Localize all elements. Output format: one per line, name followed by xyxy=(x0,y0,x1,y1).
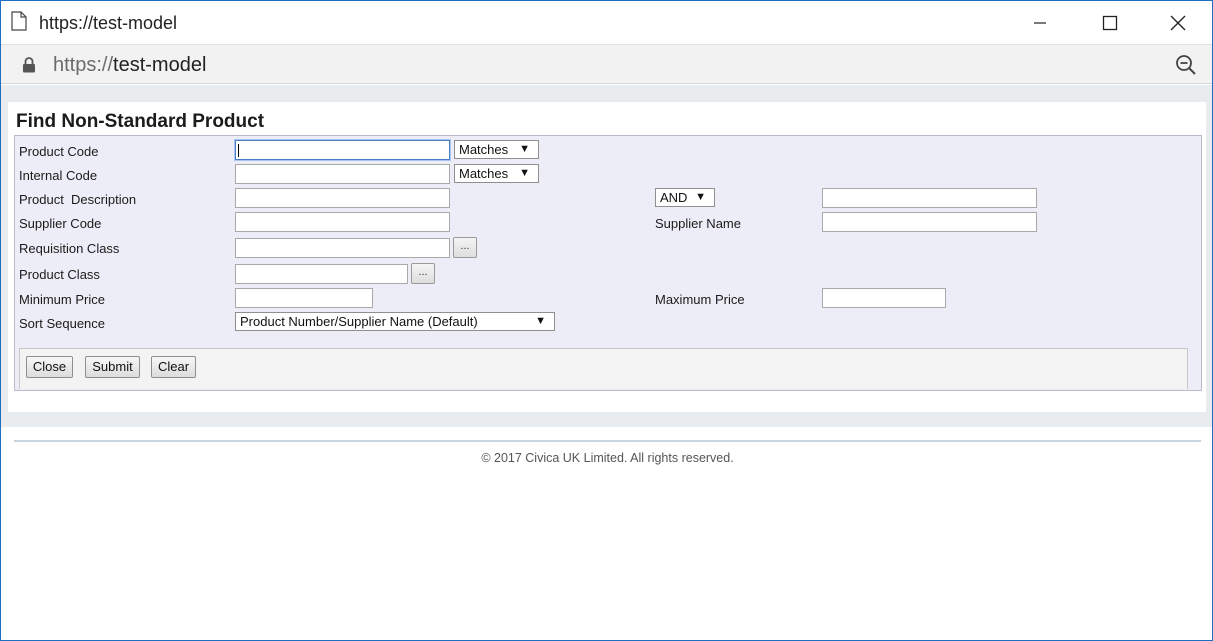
dropdown-arrow-icon: ▼ xyxy=(519,167,530,179)
page-title: Find Non-Standard Product xyxy=(16,111,265,132)
clear-button[interactable]: Clear xyxy=(151,356,196,378)
window-title: https://test-model xyxy=(39,13,178,33)
maximum-price-label: Maximum Price xyxy=(655,292,745,307)
product-description-label: Product Description xyxy=(19,192,137,207)
product-code-label: Product Code xyxy=(19,144,99,159)
page-background: Find Non-Standard Product Product Code M… xyxy=(1,85,1212,427)
product-class-input[interactable] xyxy=(235,264,408,284)
minimize-button[interactable] xyxy=(1017,1,1063,44)
product-code-match-select[interactable]: Matches ▼ xyxy=(454,140,539,159)
description-operator-value: AND xyxy=(660,190,688,205)
url-protocol: https:// xyxy=(53,54,114,76)
internal-code-label: Internal Code xyxy=(19,168,98,183)
product-class-label: Product Class xyxy=(19,267,100,282)
supplier-name-label: Supplier Name xyxy=(655,216,741,231)
browser-window: https://test-model https://test-model Fi… xyxy=(0,0,1213,641)
maximize-button[interactable] xyxy=(1087,1,1133,44)
supplier-code-input[interactable] xyxy=(235,212,450,232)
requisition-class-label: Requisition Class xyxy=(19,241,120,256)
search-panel: Find Non-Standard Product Product Code M… xyxy=(8,102,1206,412)
sort-sequence-label: Sort Sequence xyxy=(19,316,106,331)
product-code-match-value: Matches xyxy=(459,142,509,157)
sort-sequence-value: Product Number/Supplier Name (Default) xyxy=(240,314,478,329)
dropdown-arrow-icon: ▼ xyxy=(519,143,530,155)
requisition-class-lookup-button[interactable]: ... xyxy=(453,237,477,258)
footer-copyright: © 2017 Civica UK Limited. All rights res… xyxy=(481,451,734,465)
close-button[interactable]: Close xyxy=(26,356,73,378)
description-operator-select[interactable]: AND ▼ xyxy=(655,188,715,207)
minimum-price-label: Minimum Price xyxy=(19,292,105,307)
close-window-button[interactable] xyxy=(1155,1,1201,44)
dropdown-arrow-icon: ▼ xyxy=(535,315,546,327)
url-text[interactable]: https://test-model xyxy=(53,54,206,77)
product-description-input[interactable] xyxy=(235,188,450,208)
minimum-price-input[interactable] xyxy=(235,288,373,308)
internal-code-input[interactable] xyxy=(235,164,450,184)
submit-button[interactable]: Submit xyxy=(85,356,140,378)
product-code-input[interactable] xyxy=(235,140,450,160)
sort-sequence-select[interactable]: Product Number/Supplier Name (Default) ▼ xyxy=(235,312,555,331)
maximize-icon xyxy=(1102,15,1118,30)
zoom-out-icon[interactable] xyxy=(1175,54,1197,76)
button-bar: Close Submit Clear xyxy=(19,348,1188,389)
supplier-name-input[interactable] xyxy=(822,212,1037,232)
document-icon xyxy=(11,11,27,31)
address-bar[interactable]: https://test-model xyxy=(1,44,1212,84)
search-form: Product Code Matches ▼ Internal Code Mat… xyxy=(14,135,1202,391)
lock-icon xyxy=(23,57,35,73)
dropdown-arrow-icon: ▼ xyxy=(695,191,706,203)
supplier-code-label: Supplier Code xyxy=(19,216,102,231)
minimize-icon xyxy=(1034,21,1046,24)
internal-code-match-value: Matches xyxy=(459,166,509,181)
internal-code-match-select[interactable]: Matches ▼ xyxy=(454,164,539,183)
product-description-second-input[interactable] xyxy=(822,188,1037,208)
url-host: test-model xyxy=(113,54,207,76)
product-class-lookup-button[interactable]: ... xyxy=(411,263,435,284)
maximum-price-input[interactable] xyxy=(822,288,946,308)
footer-divider xyxy=(14,440,1201,442)
close-icon xyxy=(1170,15,1186,30)
requisition-class-input[interactable] xyxy=(235,238,450,258)
title-bar: https://test-model xyxy=(1,1,1212,44)
text-caret xyxy=(238,144,239,157)
